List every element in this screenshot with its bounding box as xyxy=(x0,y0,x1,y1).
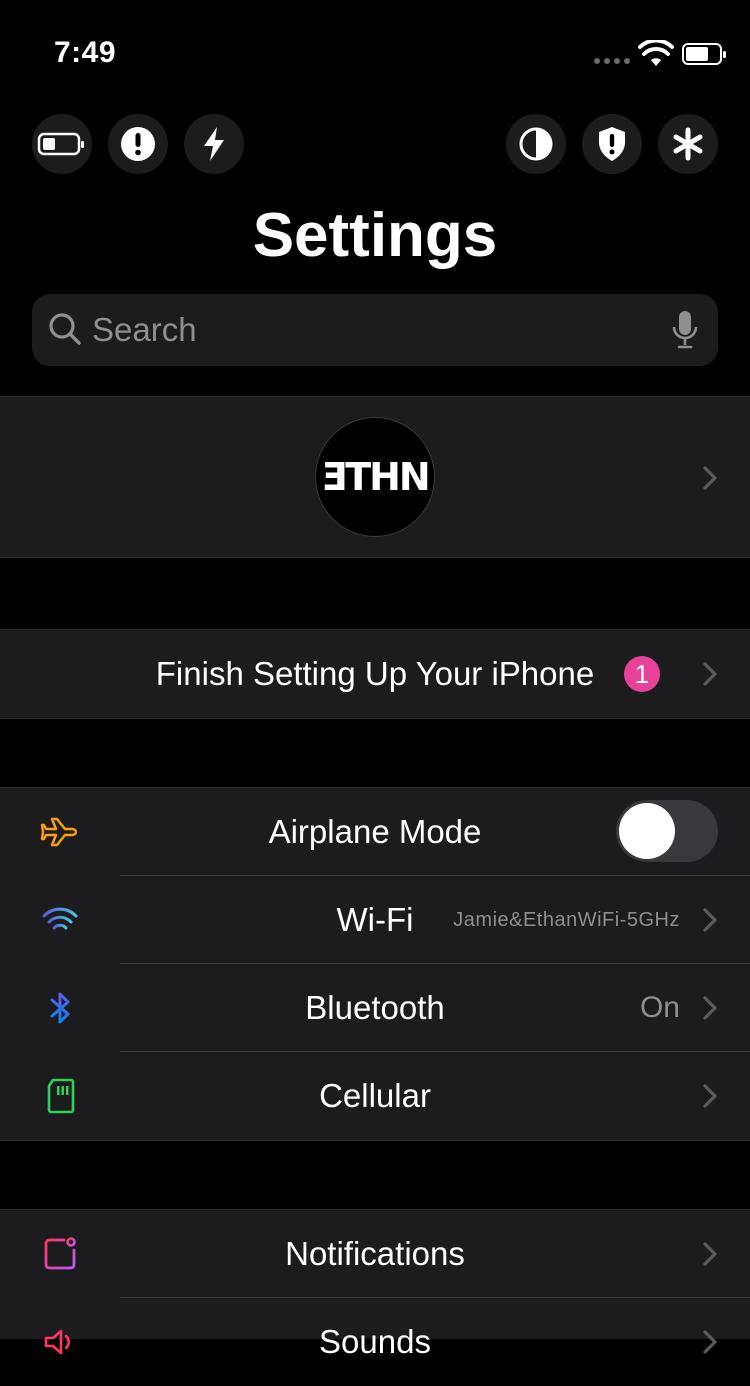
chevron-right-icon xyxy=(703,662,717,686)
notifications-cell[interactable]: Notifications xyxy=(0,1210,750,1298)
page-title: Settings xyxy=(252,201,498,270)
search-input[interactable] xyxy=(92,294,652,366)
avatar: ƎTHN xyxy=(315,417,435,537)
chevron-right-icon xyxy=(703,1242,717,1266)
chevron-right-icon xyxy=(703,996,717,1020)
sounds-cell[interactable]: Sounds xyxy=(0,1298,750,1386)
cellular-label: Cellular xyxy=(319,1077,431,1114)
bluetooth-cell[interactable]: Bluetooth On xyxy=(0,964,750,1052)
wifi-status-icon xyxy=(638,40,674,66)
search-icon xyxy=(49,313,81,345)
quick-contrast-button[interactable] xyxy=(506,114,566,174)
microphone-icon[interactable] xyxy=(672,310,698,350)
cellular-signal-icon xyxy=(594,58,630,64)
quick-actions-row xyxy=(0,114,750,174)
chevron-right-icon xyxy=(703,1330,717,1354)
chevron-right-icon xyxy=(703,1084,717,1108)
chevron-right-icon xyxy=(703,908,717,932)
asterisk-icon xyxy=(673,127,703,161)
chevron-right-icon xyxy=(703,466,717,490)
quick-bolt-button[interactable] xyxy=(184,114,244,174)
toggle-knob xyxy=(619,803,675,859)
finish-setup-cell[interactable]: Finish Setting Up Your iPhone 1 xyxy=(0,630,750,718)
airplane-mode-cell: Airplane Mode xyxy=(0,788,750,876)
sounds-label: Sounds xyxy=(319,1323,431,1360)
quick-shield-button[interactable] xyxy=(582,114,642,174)
battery-status-icon xyxy=(682,43,726,65)
setup-group: Finish Setting Up Your iPhone 1 xyxy=(0,629,750,719)
bolt-icon xyxy=(204,127,224,161)
status-time: 7:49 xyxy=(54,36,117,69)
alert-icon xyxy=(121,127,155,161)
wifi-cell[interactable]: Wi-Fi Jamie&EthanWiFi-5GHz xyxy=(0,876,750,964)
quick-asterisk-button[interactable] xyxy=(658,114,718,174)
cellular-cell[interactable]: Cellular xyxy=(0,1052,750,1140)
quick-battery-button[interactable] xyxy=(32,114,92,174)
search-bar[interactable] xyxy=(32,294,718,366)
contrast-icon xyxy=(519,127,553,161)
bluetooth-label: Bluetooth xyxy=(305,989,445,1026)
airplane-mode-toggle[interactable] xyxy=(616,800,718,862)
shield-alert-icon xyxy=(599,127,625,161)
status-bar: 7:49 xyxy=(0,0,750,100)
setup-badge: 1 xyxy=(624,656,660,692)
notifications-label: Notifications xyxy=(285,1235,465,1272)
bluetooth-status: On xyxy=(639,991,680,1024)
wifi-network-name: Jamie&EthanWiFi-5GHz xyxy=(453,909,680,931)
profile-cell[interactable]: ƎTHN xyxy=(0,396,750,558)
battery-icon xyxy=(37,132,84,156)
quick-alert-button[interactable] xyxy=(108,114,168,174)
connectivity-group: Airplane Mode Wi-Fi Jamie&EthanWiFi-5GHz xyxy=(0,787,750,1141)
general-group: Notifications Sounds xyxy=(0,1209,750,1360)
